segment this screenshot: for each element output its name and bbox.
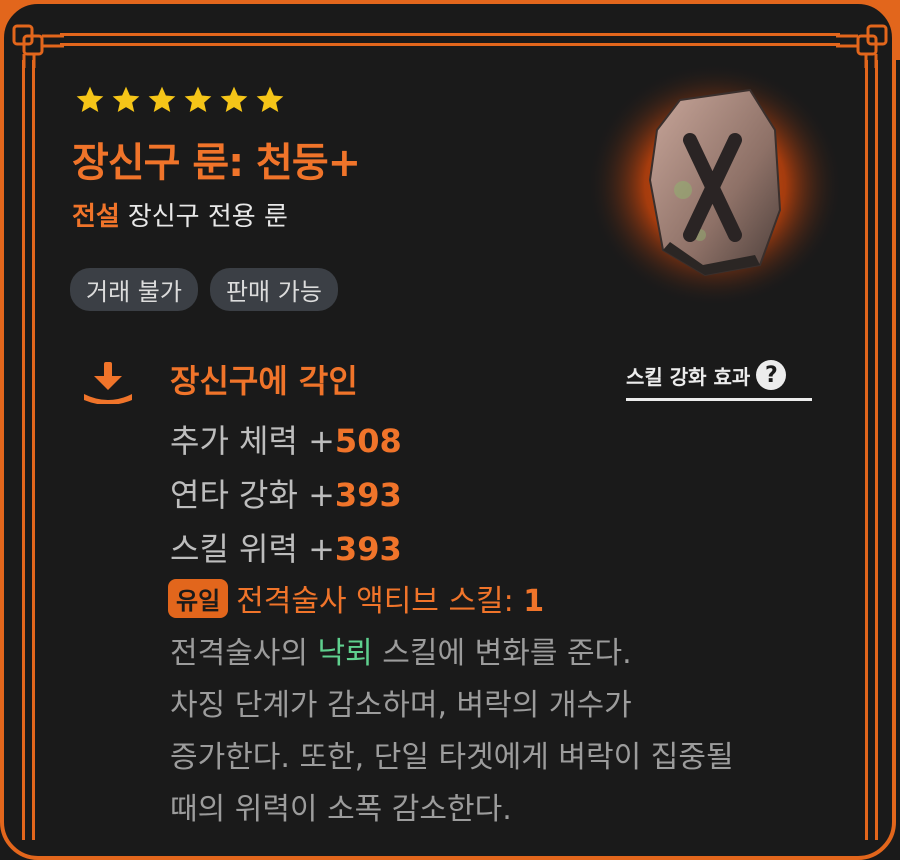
description-text: 스킬에 변화를 준다. xyxy=(372,636,632,671)
frame-line-right xyxy=(875,60,878,840)
stat-row: 스킬 위력 +393 xyxy=(170,524,402,570)
item-name: 장신구 룬: 천둥+ xyxy=(72,140,361,186)
item-grade: 전설 xyxy=(72,202,120,232)
unique-skill-text: 전격술사 액티브 스킬: 1 xyxy=(236,576,544,620)
description-line: 차징 단계가 감소하며, 벼락의 개수가 xyxy=(170,688,632,723)
star-icon xyxy=(112,86,140,112)
item-tags: 거래 불가 판매 가능 xyxy=(70,268,338,311)
stat-value: 393 xyxy=(334,530,402,568)
frame-line-right-inner xyxy=(865,60,868,840)
star-icon xyxy=(256,86,284,112)
skill-description: 전격술사의 낙뢰 스킬에 변화를 준다. 차징 단계가 감소하며, 벼락의 개수… xyxy=(170,628,830,836)
stat-label: 연타 강화 + xyxy=(170,476,335,514)
unique-skill-label: 전격술사 액티브 스킬: xyxy=(236,584,524,619)
description-line: 때의 위력이 소폭 감소한다. xyxy=(170,792,512,827)
frame-line-left-inner xyxy=(32,60,35,840)
star-icon xyxy=(184,86,212,112)
tag-untradable: 거래 불가 xyxy=(70,268,198,311)
skill-effect-link[interactable]: 스킬 강화 효과 ? xyxy=(626,360,812,390)
download-tray-icon xyxy=(84,362,132,404)
frame-line-top-inner xyxy=(60,43,840,46)
star-rating xyxy=(74,84,286,116)
description-line: 증가한다. 또한, 단일 타겟에게 벼락이 집중될 xyxy=(170,740,734,775)
description-line: 전격술사의 낙뢰 스킬에 변화를 준다. xyxy=(170,628,830,680)
description-text: 전격술사의 xyxy=(170,636,318,671)
knot-ornament-icon xyxy=(12,24,64,68)
stat-label: 스킬 위력 + xyxy=(170,530,335,568)
stat-row: 추가 체력 +508 xyxy=(170,416,402,462)
tag-sellable: 판매 가능 xyxy=(209,268,338,311)
unique-skill-value: 1 xyxy=(523,584,545,619)
rune-image xyxy=(587,63,843,307)
skill-name-highlight: 낙뢰 xyxy=(317,636,373,671)
star-icon xyxy=(148,86,176,112)
frame-line-top xyxy=(60,33,840,36)
item-subtitle: 전설 장신구 전용 룬 xyxy=(72,196,288,233)
unique-skill-line: 유일 전격술사 액티브 스킬: 1 xyxy=(168,576,544,620)
link-underline xyxy=(626,398,812,401)
unique-badge: 유일 xyxy=(168,578,229,618)
star-icon xyxy=(76,86,104,112)
stat-value: 508 xyxy=(334,422,402,460)
skill-effect-link-label: 스킬 강화 효과 xyxy=(626,364,751,389)
item-type: 장신구 전용 룬 xyxy=(127,202,288,232)
stat-row: 연타 강화 +393 xyxy=(170,470,402,516)
question-circle-icon[interactable]: ? xyxy=(756,360,787,390)
stat-label: 추가 체력 + xyxy=(170,422,335,460)
frame-line-left xyxy=(22,60,25,840)
item-tooltip: 장신구 룬: 천둥+ 전설 장신구 전용 룬 거래 불가 판매 가능 장신구에 … xyxy=(0,0,900,860)
engrave-title: 장신구에 각인 xyxy=(170,362,358,400)
star-icon xyxy=(220,86,248,112)
stat-value: 393 xyxy=(334,476,402,514)
